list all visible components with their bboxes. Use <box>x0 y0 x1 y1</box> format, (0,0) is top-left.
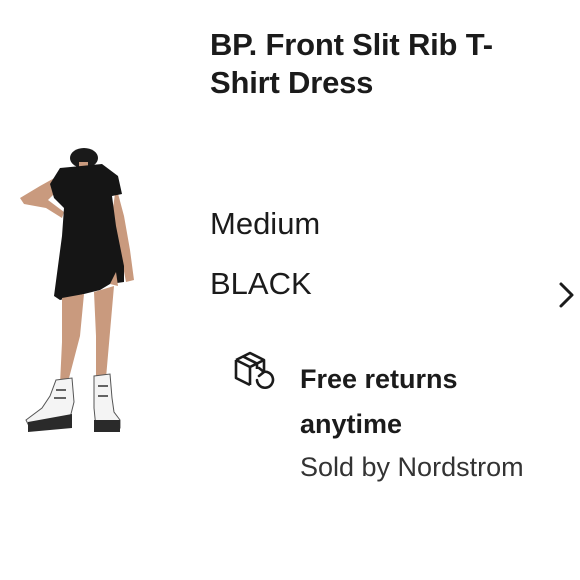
color-value: BLACK <box>210 266 312 301</box>
product-card[interactable]: BP. Front Slit Rib T-Shirt Dress Medium … <box>0 0 580 580</box>
free-returns-label: Free returns anytime <box>300 364 458 439</box>
product-title[interactable]: BP. Front Slit Rib T-Shirt Dress <box>210 26 550 102</box>
sold-by-label: Sold by Nordstrom <box>300 452 524 482</box>
box-return-icon <box>230 348 276 394</box>
size-value: Medium <box>210 206 321 241</box>
product-image[interactable] <box>6 146 142 436</box>
chevron-right-icon[interactable] <box>556 280 578 310</box>
